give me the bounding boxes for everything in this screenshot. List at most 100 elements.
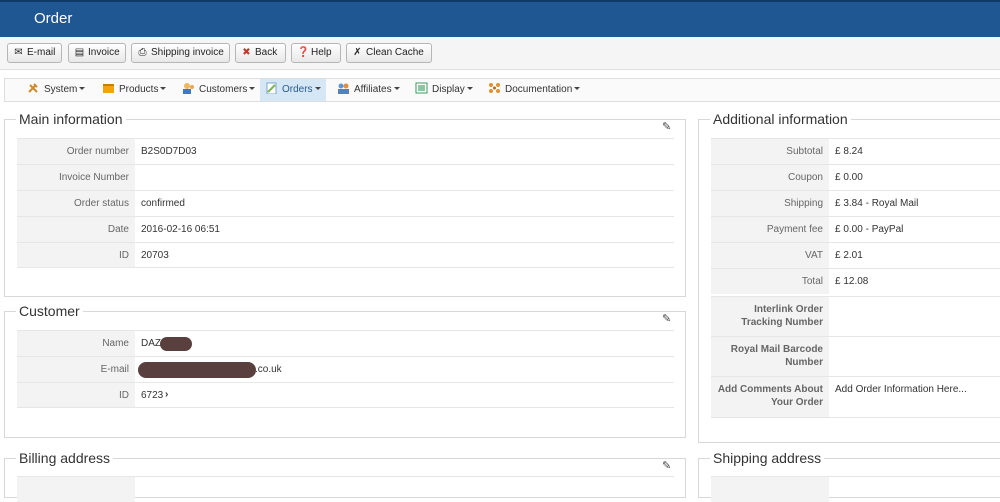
- menu-display[interactable]: Display: [410, 79, 478, 101]
- menu-customers-label: Customers: [199, 84, 248, 95]
- page-title: Order: [34, 10, 73, 27]
- products-icon: [102, 81, 115, 93]
- back-button[interactable]: ✖ Back: [235, 43, 286, 63]
- field-row: Coupon £ 0.00: [711, 164, 1000, 190]
- field-value: DAZ: [141, 338, 161, 349]
- customers-icon: [182, 81, 195, 94]
- invoice-button[interactable]: ▤ Invoice: [68, 43, 126, 63]
- field-value: 20703: [141, 250, 169, 261]
- customer-legend: Customer: [16, 303, 83, 319]
- field-label: Order number: [17, 139, 135, 164]
- invoice-button-label: Invoice: [88, 47, 120, 58]
- menu-customers[interactable]: Customers: [177, 79, 260, 101]
- documentation-icon: [488, 81, 501, 93]
- field-label: Order status: [17, 191, 135, 216]
- field-value: [829, 337, 835, 376]
- clean-cache-button[interactable]: ✗ Clean Cache: [346, 43, 432, 63]
- shipping-invoice-button[interactable]: ⎙ Shipping invoice: [131, 43, 230, 63]
- field-label: Date: [17, 217, 135, 242]
- email-button-label: E-mail: [27, 47, 56, 58]
- pencil-icon[interactable]: ✎: [662, 120, 671, 133]
- email-button[interactable]: ✉ E-mail: [7, 43, 62, 63]
- field-row: [711, 476, 1000, 502]
- redaction-mark: [138, 362, 256, 378]
- help-button-label: Help: [311, 47, 332, 58]
- menu-products-label: Products: [119, 84, 159, 95]
- redaction-mark: [160, 337, 192, 351]
- back-button-label: Back: [255, 47, 278, 58]
- field-row: Payment fee £ 0.00 - PayPal: [711, 216, 1000, 242]
- field-row: Order number B2S0D7D03: [17, 138, 674, 164]
- billing-address-panel: Billing address ✎: [4, 450, 686, 502]
- pencil-icon[interactable]: ✎: [662, 459, 671, 472]
- field-row: [17, 476, 674, 502]
- envelope-icon: ✉: [14, 47, 23, 58]
- field-row: E-mail .co.uk: [17, 356, 674, 382]
- field-value: £ 0.00: [835, 172, 863, 183]
- wrench-icon: [27, 81, 40, 93]
- menu-orders-label: Orders: [282, 84, 313, 95]
- main-information-panel: Main information ✎ Order number B2S0D7D0…: [4, 111, 686, 297]
- clean-cache-icon: ✗: [353, 47, 362, 58]
- title-bar: Order: [0, 0, 1000, 37]
- field-value: £ 8.24: [835, 146, 863, 157]
- customer-panel: Customer ✎ Name DAZ E-mail .co.uk ID 672…: [4, 303, 686, 438]
- shipping-invoice-button-label: Shipping invoice: [151, 47, 224, 58]
- field-value: £ 3.84 - Royal Mail: [835, 198, 919, 209]
- field-row: Subtotal £ 8.24: [711, 138, 1000, 164]
- invoice-icon: ▤: [74, 47, 85, 58]
- field-label: Interlink Order Tracking Number: [711, 297, 829, 336]
- main-menu: System Products Customers Orders Affilia…: [4, 78, 1000, 102]
- field-value: B2S0D7D03: [141, 146, 197, 157]
- field-value: £ 12.08: [835, 276, 869, 287]
- help-button[interactable]: ❓ Help: [291, 43, 341, 63]
- billing-address-legend: Billing address: [16, 450, 114, 466]
- menu-display-label: Display: [432, 84, 465, 95]
- field-value: 2016-02-16 06:51: [141, 224, 220, 235]
- chevron-right-icon[interactable]: ›: [165, 383, 168, 407]
- field-label: Shipping: [711, 191, 829, 216]
- display-icon: [415, 81, 428, 94]
- field-row: VAT £ 2.01: [711, 242, 1000, 268]
- field-label: Subtotal: [711, 139, 829, 164]
- field-label: E-mail: [17, 357, 135, 382]
- back-icon: ✖: [242, 47, 251, 58]
- orders-icon: [265, 81, 278, 95]
- field-row: Shipping £ 3.84 - Royal Mail: [711, 190, 1000, 216]
- printer-icon: ⎙: [138, 47, 147, 58]
- field-label: Payment fee: [711, 217, 829, 242]
- field-label: Invoice Number: [17, 165, 135, 190]
- clean-cache-button-label: Clean Cache: [366, 47, 424, 58]
- comments-value[interactable]: Add Order Information Here...: [829, 377, 967, 417]
- field-label: Name: [17, 331, 135, 356]
- menu-documentation-label: Documentation: [505, 84, 573, 95]
- field-row: Order status confirmed: [17, 190, 674, 216]
- field-value: 6723: [141, 390, 164, 401]
- field-label: ID: [17, 383, 135, 407]
- field-label: Add Comments About Your Order: [711, 377, 829, 417]
- field-label: Total: [711, 269, 829, 294]
- help-icon: ❓: [297, 47, 310, 58]
- field-row: Name DAZ: [17, 330, 674, 356]
- field-label: [711, 477, 829, 502]
- field-row: Interlink Order Tracking Number: [711, 296, 1000, 336]
- menu-system[interactable]: System: [22, 79, 90, 101]
- field-row: Invoice Number: [17, 164, 674, 190]
- menu-orders[interactable]: Orders: [260, 79, 326, 101]
- menu-affiliates-label: Affiliates: [354, 84, 392, 95]
- shipping-address-legend: Shipping address: [710, 450, 825, 466]
- main-information-legend: Main information: [16, 111, 126, 127]
- field-label: Coupon: [711, 165, 829, 190]
- field-value: £ 2.01: [835, 250, 863, 261]
- menu-system-label: System: [44, 84, 78, 95]
- field-label: VAT: [711, 243, 829, 268]
- field-value: [829, 297, 835, 336]
- pencil-icon[interactable]: ✎: [662, 312, 671, 325]
- menu-documentation[interactable]: Documentation: [483, 79, 585, 101]
- field-row: Date 2016-02-16 06:51: [17, 216, 674, 242]
- field-row: Total £ 12.08: [711, 268, 1000, 294]
- field-row: Royal Mail Barcode Number: [711, 336, 1000, 376]
- menu-products[interactable]: Products: [97, 79, 171, 101]
- menu-affiliates[interactable]: Affiliates: [332, 79, 405, 101]
- additional-information-legend: Additional information: [710, 111, 851, 127]
